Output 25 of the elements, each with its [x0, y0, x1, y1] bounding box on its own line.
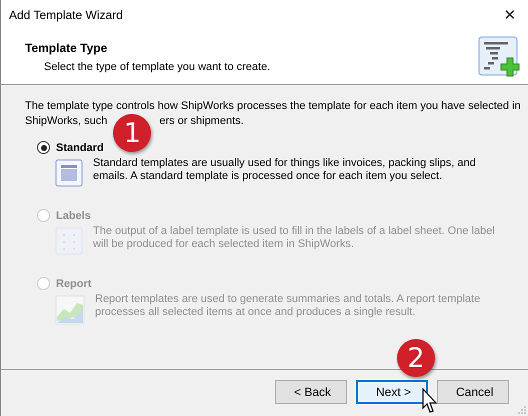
intro-text: ers or shipments. [159, 114, 244, 129]
window-icon [55, 159, 83, 187]
option-description: Standard templates are usually used for things like invoices, packing slips, and emails. A standard template is processed once for each item you select. [93, 157, 477, 183]
cancel-button[interactable]: Cancel [437, 380, 509, 404]
page-subtitle: Select the type of template you want to create. [43, 61, 270, 73]
callout-badge: 1 [113, 114, 152, 152]
intro-text: The template type controls how ShipWorks processes the template for each item you have selected in [25, 99, 522, 114]
option-description: The output of a label template is used to fill in the labels of a label sheet. One label will be produced for each selected item in ShipWorks. [93, 225, 496, 251]
option-label: Standard [56, 142, 104, 154]
back-button[interactable]: < Back [275, 380, 347, 404]
page-title: Template Type [25, 41, 108, 55]
chart-icon [55, 295, 85, 325]
template-add-icon [478, 36, 520, 78]
option-label: Labels [56, 210, 91, 222]
option-description: Report templates are used to generate summaries and totals. A report template processes all selected items at once and produces a single result. [95, 293, 482, 319]
callout-badge: 2 [397, 339, 435, 377]
cursor-icon [422, 388, 438, 414]
radio-button[interactable] [37, 141, 50, 154]
resize-grip-icon [518, 406, 526, 414]
option-label: Report [56, 278, 92, 290]
close-button[interactable]: ✕ [492, 0, 528, 30]
window-title: Add Template Wizard [9, 8, 123, 22]
label-sheet-icon [55, 227, 83, 255]
intro-text: ShipWorks, such [25, 114, 108, 129]
next-button[interactable]: Next > [356, 380, 428, 404]
